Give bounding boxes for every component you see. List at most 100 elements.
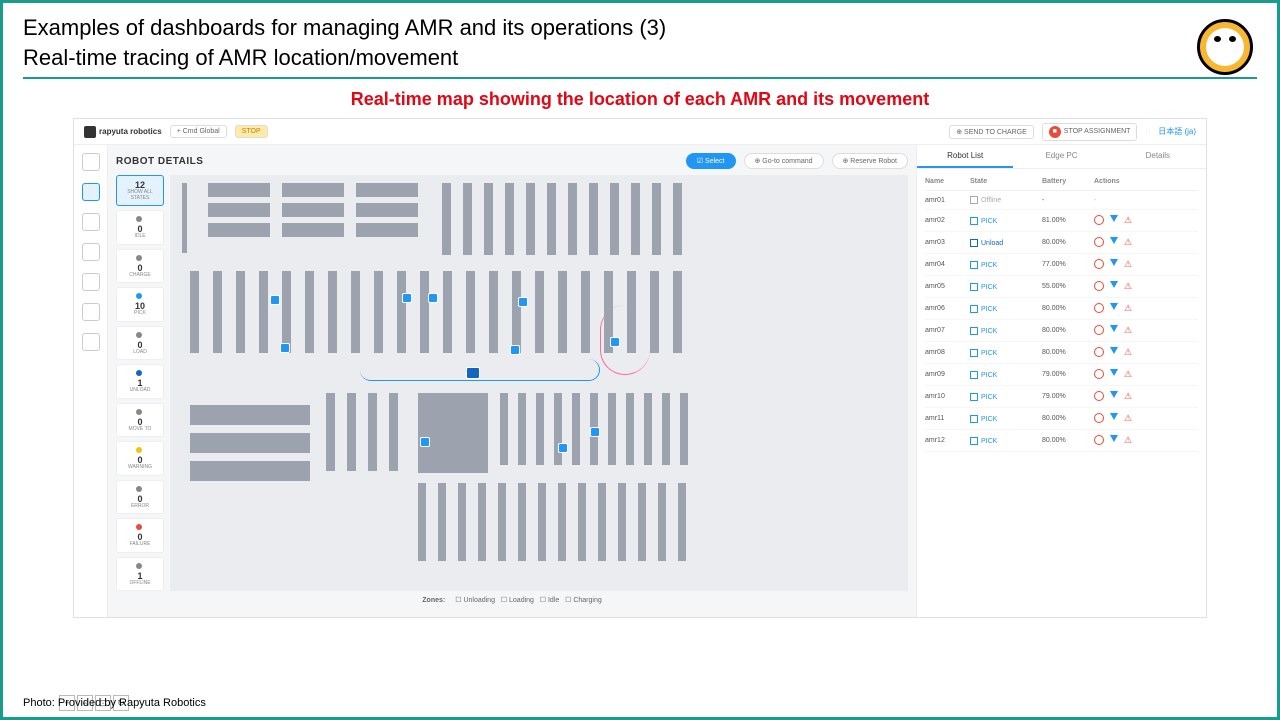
table-row[interactable]: amr03Unload80.00%⚠: [925, 232, 1198, 254]
nav-icon-6[interactable]: [82, 303, 100, 321]
send-to-charge-button[interactable]: ⊕ SEND TO CHARGE: [949, 125, 1034, 139]
action-download-icon[interactable]: [1110, 391, 1118, 398]
tab-details[interactable]: Details: [1110, 145, 1206, 168]
action-stop-icon[interactable]: [1094, 347, 1104, 357]
action-stop-icon[interactable]: [1094, 281, 1104, 291]
nav-icon-7[interactable]: [82, 333, 100, 351]
goto-command-button[interactable]: ⊕ Go-to command: [744, 153, 824, 169]
robot-marker[interactable]: [558, 443, 568, 453]
dashboard-topbar: rapyuta robotics + Cmd Global STOP ⊕ SEN…: [74, 119, 1206, 145]
action-warn-icon[interactable]: ⚠: [1124, 347, 1132, 358]
nav-icon-1[interactable]: [82, 153, 100, 171]
table-row[interactable]: amr02PICK81.00%⚠: [925, 210, 1198, 232]
robot-marker[interactable]: [590, 427, 600, 437]
action-warn-icon[interactable]: ⚠: [1124, 435, 1132, 446]
nav-icon-3[interactable]: [82, 213, 100, 231]
slide-title-1: Examples of dashboards for managing AMR …: [23, 15, 1257, 41]
robot-marker-unload[interactable]: [466, 367, 480, 379]
action-download-icon[interactable]: [1110, 347, 1118, 354]
action-warn-icon[interactable]: ⚠: [1124, 237, 1132, 248]
action-warn-icon[interactable]: ⚠: [1124, 215, 1132, 226]
col-name: Name: [925, 178, 970, 185]
action-warn-icon[interactable]: ⚠: [1124, 303, 1132, 314]
table-row[interactable]: amr11PICK80.00%⚠: [925, 408, 1198, 430]
robot-marker[interactable]: [510, 345, 520, 355]
state-filter-pick[interactable]: 10PICK: [116, 287, 164, 322]
table-row[interactable]: amr08PICK80.00%⚠: [925, 342, 1198, 364]
tab-robot-list[interactable]: Robot List: [917, 145, 1013, 168]
table-row[interactable]: amr09PICK79.00%⚠: [925, 364, 1198, 386]
robot-marker[interactable]: [610, 337, 620, 347]
photo-credit: Photo: Provided by Rapyuta Robotics: [23, 697, 206, 709]
table-row[interactable]: amr06PICK80.00%⚠: [925, 298, 1198, 320]
table-row[interactable]: amr04PICK77.00%⚠: [925, 254, 1198, 276]
table-row[interactable]: amr05PICK55.00%⚠: [925, 276, 1198, 298]
state-filter-show-all-states[interactable]: 12SHOW ALL STATES: [116, 175, 164, 206]
action-stop-icon[interactable]: [1094, 325, 1104, 335]
action-stop-icon[interactable]: [1094, 435, 1104, 445]
robot-marker[interactable]: [518, 297, 528, 307]
action-stop-icon[interactable]: [1094, 413, 1104, 423]
action-stop-icon[interactable]: [1094, 369, 1104, 379]
action-warn-icon[interactable]: ⚠: [1124, 391, 1132, 402]
brand-logo: rapyuta robotics: [84, 126, 162, 138]
action-stop-icon[interactable]: [1094, 259, 1104, 269]
table-row[interactable]: amr12PICK80.00%⚠: [925, 430, 1198, 452]
action-download-icon[interactable]: [1110, 369, 1118, 376]
action-warn-icon[interactable]: ⚠: [1124, 413, 1132, 424]
cmd-global-button[interactable]: + Cmd Global: [170, 125, 227, 138]
action-warn-icon[interactable]: ⚠: [1124, 369, 1132, 380]
action-download-icon[interactable]: [1110, 259, 1118, 266]
state-filter-unload[interactable]: 1UNLOAD: [116, 364, 164, 399]
nav-icon-5[interactable]: [82, 273, 100, 291]
state-filter-list: 12SHOW ALL STATES 0IDLE 0CHARGE10PICK 0LOAD…: [116, 175, 164, 591]
stop-button[interactable]: STOP: [235, 125, 268, 138]
org-logo: [1197, 19, 1253, 75]
col-actions: Actions: [1094, 178, 1198, 185]
slide-title-2: Real-time tracing of AMR location/moveme…: [23, 45, 1257, 71]
reserve-robot-button[interactable]: ⊕ Reserve Robot: [832, 153, 909, 169]
robot-list-panel: Robot ListEdge PCDetails Name State Batt…: [916, 145, 1206, 617]
language-switcher[interactable]: 日本語 (ja): [1158, 126, 1196, 137]
action-warn-icon[interactable]: ⚠: [1124, 281, 1132, 292]
action-download-icon[interactable]: [1110, 215, 1118, 222]
action-download-icon[interactable]: [1110, 281, 1118, 288]
spinner-icon: ◌: [1145, 127, 1150, 136]
state-filter-idle[interactable]: 0IDLE: [116, 210, 164, 245]
action-download-icon[interactable]: [1110, 237, 1118, 244]
nav-icon-4[interactable]: [82, 243, 100, 261]
select-button[interactable]: ☑ Select: [686, 153, 736, 169]
tab-edge-pc[interactable]: Edge PC: [1013, 145, 1109, 168]
robot-marker[interactable]: [420, 437, 430, 447]
robot-marker[interactable]: [428, 293, 438, 303]
action-stop-icon[interactable]: [1094, 215, 1104, 225]
stop-assignment-button[interactable]: ■STOP ASSIGNMENT: [1042, 123, 1138, 141]
action-stop-icon[interactable]: [1094, 237, 1104, 247]
action-download-icon[interactable]: [1110, 413, 1118, 420]
warehouse-map[interactable]: [170, 175, 908, 591]
col-state: State: [970, 178, 1042, 185]
action-stop-icon[interactable]: [1094, 303, 1104, 313]
action-download-icon[interactable]: [1110, 435, 1118, 442]
state-filter-load[interactable]: 0LOAD: [116, 326, 164, 361]
table-row[interactable]: amr10PICK79.00%⚠: [925, 386, 1198, 408]
action-warn-icon[interactable]: ⚠: [1124, 325, 1132, 336]
state-filter-offline[interactable]: 1OFFLINE: [116, 557, 164, 592]
table-row[interactable]: amr07PICK80.00%⚠: [925, 320, 1198, 342]
robot-marker[interactable]: [280, 343, 290, 353]
state-filter-move-to[interactable]: 0MOVE TO: [116, 403, 164, 438]
action-download-icon[interactable]: [1110, 303, 1118, 310]
state-filter-warning[interactable]: 0WARNING: [116, 441, 164, 476]
robot-marker[interactable]: [270, 295, 280, 305]
left-nav: [74, 145, 108, 617]
state-filter-error[interactable]: 0ERROR: [116, 480, 164, 515]
nav-icon-map[interactable]: [82, 183, 100, 201]
action-warn-icon[interactable]: ⚠: [1124, 259, 1132, 270]
action-download-icon[interactable]: [1110, 325, 1118, 332]
state-filter-failure[interactable]: 0FAILURE: [116, 518, 164, 553]
action-stop-icon[interactable]: [1094, 391, 1104, 401]
robot-marker[interactable]: [402, 293, 412, 303]
table-row[interactable]: amr01Offline--: [925, 191, 1198, 210]
divider: [23, 77, 1257, 79]
state-filter-charge[interactable]: 0CHARGE: [116, 249, 164, 284]
